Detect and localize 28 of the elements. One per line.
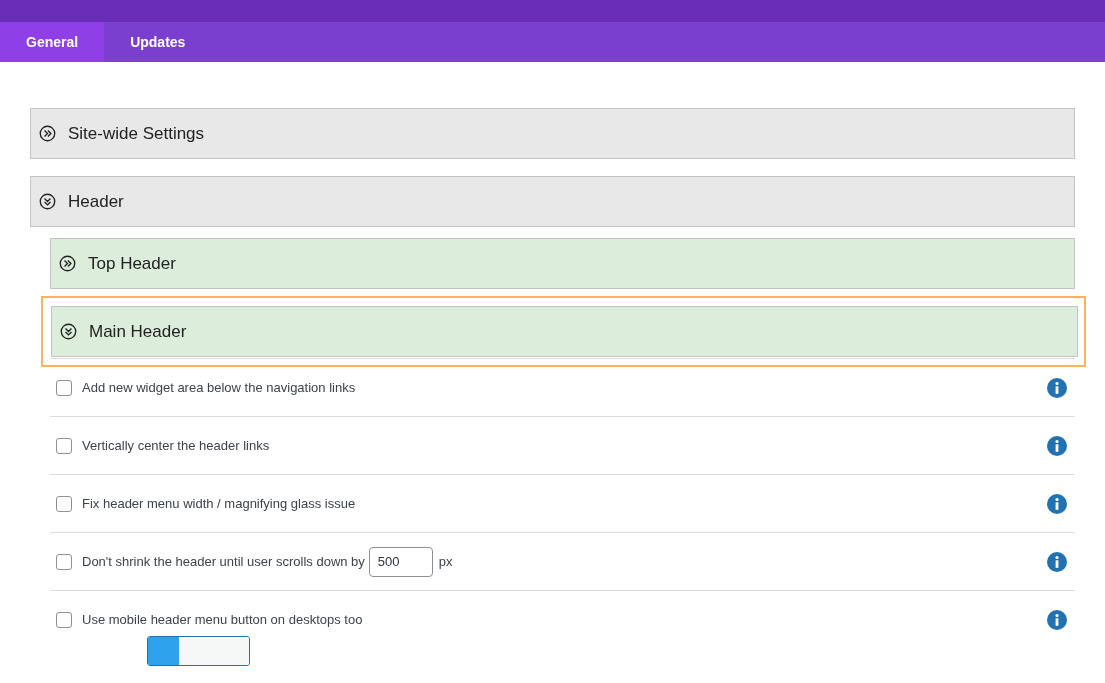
info-icon[interactable] bbox=[1047, 551, 1067, 572]
accordion-header[interactable]: Main Header bbox=[51, 306, 1078, 357]
checkbox[interactable] bbox=[56, 379, 72, 396]
number-input[interactable]: 500 bbox=[368, 546, 433, 577]
checkbox[interactable] bbox=[56, 553, 72, 570]
option-label: Vertically center the header links bbox=[82, 436, 270, 455]
info-icon[interactable] bbox=[1047, 493, 1067, 514]
option-label: Don't shrink the header until user scrolls down by bbox=[82, 552, 365, 571]
option-label: Use mobile header menu button on desktops too bbox=[82, 610, 363, 629]
checkbox[interactable] bbox=[56, 437, 72, 454]
info-icon[interactable] bbox=[1047, 377, 1067, 398]
tab[interactable]: Updates bbox=[104, 22, 212, 62]
info-icon[interactable] bbox=[1047, 435, 1067, 456]
unit-label: px bbox=[438, 552, 453, 571]
option-label: Add new widget area below the navigation links bbox=[82, 378, 356, 397]
option-label: Fix header menu width / magnifying glass issue bbox=[82, 494, 356, 513]
accordion-title: Top Header bbox=[88, 252, 176, 275]
accordion-header[interactable]: Header bbox=[30, 176, 1075, 227]
accordion-header[interactable]: Top Header bbox=[50, 238, 1075, 289]
accordion-header[interactable]: Site-wide Settings bbox=[30, 108, 1075, 159]
accordion-title: Site-wide Settings bbox=[68, 122, 205, 145]
info-icon[interactable] bbox=[1047, 609, 1067, 630]
accordion-title: Main Header bbox=[89, 320, 187, 343]
color-picker-button[interactable] bbox=[147, 636, 250, 666]
tab[interactable]: General bbox=[0, 22, 105, 62]
checkbox[interactable] bbox=[56, 495, 72, 512]
checkbox[interactable] bbox=[56, 611, 72, 628]
accordion-title: Header bbox=[68, 190, 124, 213]
